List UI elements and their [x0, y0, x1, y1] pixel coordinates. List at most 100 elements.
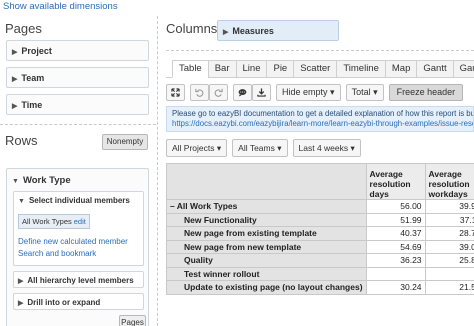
time-filter[interactable]: Last 4 weeks ▾	[292, 139, 361, 157]
row-label[interactable]: Update to existing page (no layout chang…	[166, 280, 367, 295]
redo-button[interactable]	[209, 83, 228, 101]
columns-item-measures[interactable]: ▶ Measures	[217, 20, 339, 41]
caret-down-icon: ▾	[373, 86, 378, 97]
work-type-header[interactable]: ▼ Work Type	[7, 169, 148, 186]
table-row: Update to existing page (no layout chang…	[166, 280, 474, 295]
left-panel: Pages ▶ Project ▶ Team ▶ Time Rows Nonempty…	[0, 16, 156, 326]
report-table: Average resolution days Average resoluti…	[166, 163, 474, 295]
tab-gantt[interactable]: Gantt	[416, 60, 453, 78]
table-row: Test winner rollout	[166, 266, 474, 281]
hide-empty-label: Hide empty	[282, 87, 328, 97]
caret-down-icon: ▾	[277, 143, 282, 153]
team-filter[interactable]: All Teams ▾	[232, 139, 288, 157]
undo-icon	[195, 88, 204, 97]
caret-down-icon: ▼	[12, 178, 19, 185]
define-calculated-member-link[interactable]: Define new calculated member	[18, 237, 128, 246]
right-panel: Columns ▶ Measures Table Bar Line Pie Sca…	[166, 16, 474, 326]
fullscreen-button[interactable]	[166, 83, 185, 101]
table-cell: 54.69	[365, 239, 426, 254]
total-label: Total	[351, 87, 371, 97]
divider	[0, 124, 156, 125]
export-button[interactable]	[252, 83, 271, 101]
tab-gauge[interactable]: Gauge	[452, 60, 474, 78]
hierarchy-level-label: All hierarchy level members	[27, 276, 134, 285]
table-row: Quality36.2325.86	[166, 253, 474, 268]
documentation-link[interactable]: https://docs.eazybi.com/eazybijira/learn…	[172, 119, 473, 129]
download-icon	[257, 87, 266, 97]
caret-right-icon: ▶	[18, 300, 24, 307]
tab-bar[interactable]: Bar	[207, 60, 236, 78]
table-cell: 37.11	[424, 212, 474, 227]
measures-label: Measures	[232, 26, 274, 36]
tab-table[interactable]: Table	[172, 60, 208, 78]
table-cell: 51.99	[365, 212, 426, 227]
divider	[166, 50, 474, 51]
undo-button[interactable]	[190, 83, 209, 101]
hierarchy-level-panel[interactable]: ▶ All hierarchy level members	[13, 271, 144, 288]
table-row: New page from existing template 40.37 28.7…	[166, 226, 474, 241]
freeze-header-button[interactable]: Freeze header	[388, 83, 464, 101]
total-dropdown[interactable]: Total ▾	[345, 83, 384, 101]
project-filter[interactable]: All Projects ▾	[166, 139, 228, 157]
select-members-label[interactable]: Select individual members	[29, 196, 130, 205]
drill-label: Drill into or expand	[27, 298, 101, 307]
table-cell	[424, 266, 474, 281]
table-cell: 39.91	[424, 199, 474, 214]
team-filter-label: All Teams	[238, 143, 275, 153]
member-edit-link[interactable]: edit	[74, 217, 86, 226]
row-label[interactable]: New page from new template	[166, 239, 367, 254]
caret-down-icon: ▾	[350, 143, 355, 153]
table-cell: 39.06	[424, 239, 474, 254]
rows-title: Rows	[5, 133, 38, 148]
search-bookmark-link[interactable]: Search and bookmark	[18, 249, 96, 258]
table-cell	[365, 266, 426, 281]
tab-line[interactable]: Line	[235, 60, 267, 78]
nonempty-button[interactable]: Nonempty	[102, 134, 148, 150]
row-label[interactable]: New page from existing template	[166, 226, 367, 241]
caret-down-icon[interactable]: ▼	[18, 198, 25, 205]
caret-right-icon: ▶	[12, 76, 18, 83]
page-filters: All Projects ▾ All Teams ▾ Last 4 weeks …	[166, 139, 366, 157]
selected-member[interactable]: All Work Types edit	[18, 214, 90, 229]
table-cell: 40.37	[365, 226, 426, 241]
tab-map[interactable]: Map	[384, 60, 417, 78]
row-header-blank	[166, 163, 367, 200]
pages-item-label: Time	[21, 100, 43, 110]
select-members-panel: ▼ Select individual members All Work Type…	[13, 191, 144, 266]
column-header[interactable]: Average resolution days	[365, 163, 426, 200]
tab-timeline[interactable]: Timeline	[336, 60, 385, 78]
row-label[interactable]: Quality	[166, 253, 367, 268]
panel-divider	[157, 16, 158, 326]
table-cell: 36.23	[365, 253, 426, 268]
row-label[interactable]: – All Work Types	[166, 199, 367, 214]
column-header[interactable]: Average resolution workdays	[424, 163, 474, 200]
move-to-pages-button[interactable]: Pages	[119, 315, 146, 326]
pages-item-team[interactable]: ▶ Team	[6, 67, 149, 88]
caret-right-icon: ▶	[12, 103, 18, 110]
show-dimensions-link[interactable]: Show available dimensions	[3, 1, 118, 12]
pages-item-label: Team	[21, 73, 45, 83]
hide-empty-dropdown[interactable]: Hide empty ▾	[276, 83, 341, 101]
redo-icon	[214, 88, 223, 97]
tab-scatter[interactable]: Scatter	[293, 60, 337, 78]
table-row: New Functionality51.9937.11	[166, 212, 474, 227]
caret-down-icon: ▾	[216, 143, 222, 153]
pages-item-label: Project	[21, 46, 52, 56]
caret-right-icon: ▶	[223, 29, 229, 36]
row-label[interactable]: New Functionality	[166, 212, 367, 227]
table-cell: 30.24	[365, 280, 426, 295]
caret-right-icon: ▶	[12, 49, 18, 56]
comment-icon	[238, 88, 247, 97]
table-cell: 56.00	[365, 199, 426, 214]
table-row: New page from new template54.6939.06	[166, 239, 474, 254]
tab-pie[interactable]: Pie	[266, 60, 294, 78]
pages-item-time[interactable]: ▶ Time	[6, 94, 149, 115]
comment-button[interactable]	[233, 83, 252, 101]
drill-panel[interactable]: ▶ Drill into or expand	[13, 293, 144, 310]
columns-title: Columns	[166, 21, 218, 36]
table-cell: 21.50	[424, 280, 474, 295]
row-label[interactable]: Test winner rollout	[166, 266, 367, 281]
pages-item-project[interactable]: ▶ Project	[6, 40, 149, 61]
expand-icon	[171, 87, 180, 97]
report-toolbar: Hide empty ▾ Total ▾ Freeze header	[166, 83, 464, 101]
